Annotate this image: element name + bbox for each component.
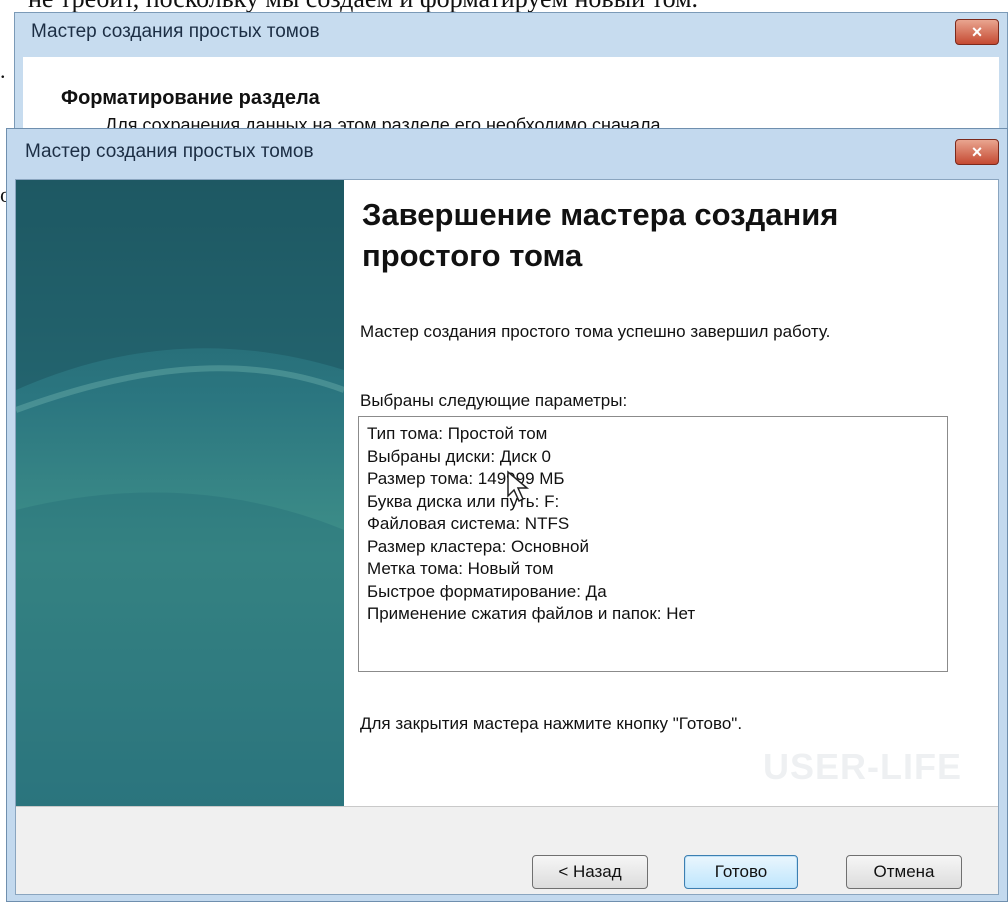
banner-wave-graphic <box>16 180 344 806</box>
params-textbox[interactable]: Тип тома: Простой том Выбраны диски: Дис… <box>358 416 948 672</box>
back-button[interactable]: < Назад <box>532 855 648 889</box>
close-button[interactable]: × <box>955 19 999 45</box>
param-line: Буква диска или путь: F: <box>367 491 560 511</box>
wizard-side-banner <box>16 180 344 806</box>
wizard-main-area: Завершение мастера создания простого том… <box>356 180 998 806</box>
article-text-fragment: . <box>0 58 6 83</box>
param-line: Метка тома: Новый том <box>367 559 554 578</box>
window-content: Завершение мастера создания простого том… <box>15 179 999 895</box>
finish-button[interactable]: Готово <box>684 855 798 889</box>
param-line: Файловая система: NTFS <box>367 514 570 533</box>
close-button[interactable]: × <box>955 139 999 165</box>
param-line: Тип тома: Простой том <box>367 424 548 443</box>
window-title: Мастер создания простых томов <box>31 21 320 42</box>
window-content: Форматирование раздела Для сохранения да… <box>23 57 999 135</box>
button-bar: < Назад Готово Отмена <box>16 806 998 894</box>
page-heading: Форматирование раздела <box>61 87 320 109</box>
param-line: Быстрое форматирование: Да <box>367 581 607 601</box>
wizard-window: Мастер создания простых томов × Завершен… <box>6 128 1008 902</box>
background-wizard-window: Мастер создания простых томов × Форматир… <box>14 12 1008 135</box>
param-line: Выбраны диски: Диск 0 <box>367 446 551 466</box>
closing-instruction: Для закрытия мастера нажмите кнопку "Гот… <box>360 714 743 733</box>
watermark-logo: USER-LIFE <box>762 746 962 787</box>
cancel-button[interactable]: Отмена <box>846 855 962 889</box>
window-title: Мастер создания простых томов <box>25 141 314 162</box>
mouse-cursor-icon <box>507 470 530 503</box>
completion-message: Мастер создания простого тома успешно за… <box>360 322 831 341</box>
wizard-heading: Завершение мастера создания простого том… <box>362 197 839 273</box>
param-line: Применение сжатия файлов и папок: Нет <box>367 604 696 623</box>
param-line: Размер кластера: Основной <box>367 536 589 556</box>
param-line: Размер тома: 149999 МБ <box>367 469 565 488</box>
params-label: Выбраны следующие параметры: <box>360 391 628 410</box>
